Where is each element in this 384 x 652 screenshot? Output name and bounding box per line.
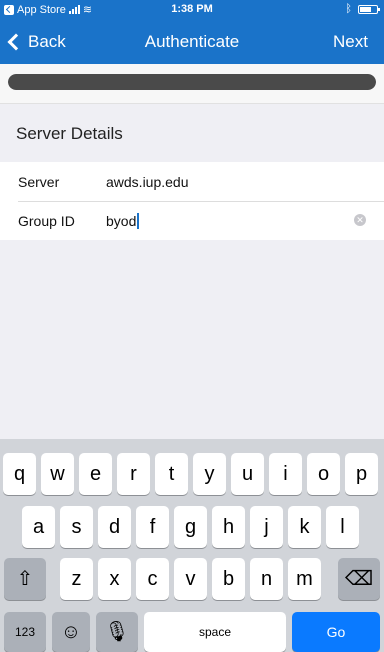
- key-p[interactable]: p: [345, 453, 378, 495]
- key-w[interactable]: w: [41, 453, 74, 495]
- numbers-key[interactable]: 123: [4, 612, 46, 652]
- key-t[interactable]: t: [155, 453, 188, 495]
- group-id-input[interactable]: byod: [106, 213, 140, 229]
- key-u[interactable]: u: [231, 453, 264, 495]
- server-details-form: Server awds.iup.edu Group ID byod ✕: [0, 162, 384, 240]
- group-id-row[interactable]: Group ID byod ✕: [0, 201, 384, 240]
- key-m[interactable]: m: [288, 558, 321, 600]
- group-id-value: byod: [106, 213, 137, 229]
- bluetooth-icon: ᛒ: [345, 3, 352, 15]
- key-c[interactable]: c: [136, 558, 169, 600]
- key-o[interactable]: o: [307, 453, 340, 495]
- key-b[interactable]: b: [212, 558, 245, 600]
- key-g[interactable]: g: [174, 506, 207, 548]
- text-cursor: [137, 213, 140, 229]
- progress-bar: [8, 74, 376, 90]
- key-k[interactable]: k: [288, 506, 321, 548]
- next-button[interactable]: Next: [333, 32, 368, 52]
- server-label: Server: [18, 174, 60, 190]
- key-x[interactable]: x: [98, 558, 131, 600]
- nav-bar: Back Authenticate Next: [0, 20, 384, 64]
- section-title: Server Details: [16, 124, 123, 143]
- key-e[interactable]: e: [79, 453, 112, 495]
- group-id-label: Group ID: [18, 213, 75, 229]
- status-time: 1:38 PM: [171, 3, 213, 15]
- status-right: ᛒ: [345, 3, 380, 15]
- key-n[interactable]: n: [250, 558, 283, 600]
- keyboard: ⇧ ⌫ 123 ☺ 🎙 space Go qwertyuiop asdfghjkl…: [0, 439, 384, 652]
- status-bar: App Store ≋ 1:38 PM ᛒ: [0, 0, 384, 20]
- key-l[interactable]: l: [326, 506, 359, 548]
- navigation-header: App Store ≋ 1:38 PM ᛒ Back Authenticate …: [0, 0, 384, 64]
- server-input[interactable]: awds.iup.edu: [106, 174, 189, 190]
- progress-fill: [8, 74, 376, 90]
- key-z[interactable]: z: [60, 558, 93, 600]
- key-v[interactable]: v: [174, 558, 207, 600]
- go-key[interactable]: Go: [292, 612, 380, 652]
- key-i[interactable]: i: [269, 453, 302, 495]
- key-f[interactable]: f: [136, 506, 169, 548]
- battery-icon: [358, 4, 380, 14]
- key-y[interactable]: y: [193, 453, 226, 495]
- shift-key[interactable]: ⇧: [4, 558, 46, 600]
- server-row[interactable]: Server awds.iup.edu: [0, 162, 384, 201]
- key-d[interactable]: d: [98, 506, 131, 548]
- space-key[interactable]: space: [144, 612, 286, 652]
- key-j[interactable]: j: [250, 506, 283, 548]
- key-a[interactable]: a: [22, 506, 55, 548]
- clear-icon[interactable]: ✕: [354, 214, 366, 226]
- key-r[interactable]: r: [117, 453, 150, 495]
- page-title: Authenticate: [144, 32, 240, 51]
- progress-section: [0, 64, 384, 104]
- key-s[interactable]: s: [60, 506, 93, 548]
- key-h[interactable]: h: [212, 506, 245, 548]
- dictation-key[interactable]: 🎙: [96, 612, 138, 652]
- key-q[interactable]: q: [3, 453, 36, 495]
- emoji-key[interactable]: ☺: [52, 612, 90, 652]
- backspace-key[interactable]: ⌫: [338, 558, 380, 600]
